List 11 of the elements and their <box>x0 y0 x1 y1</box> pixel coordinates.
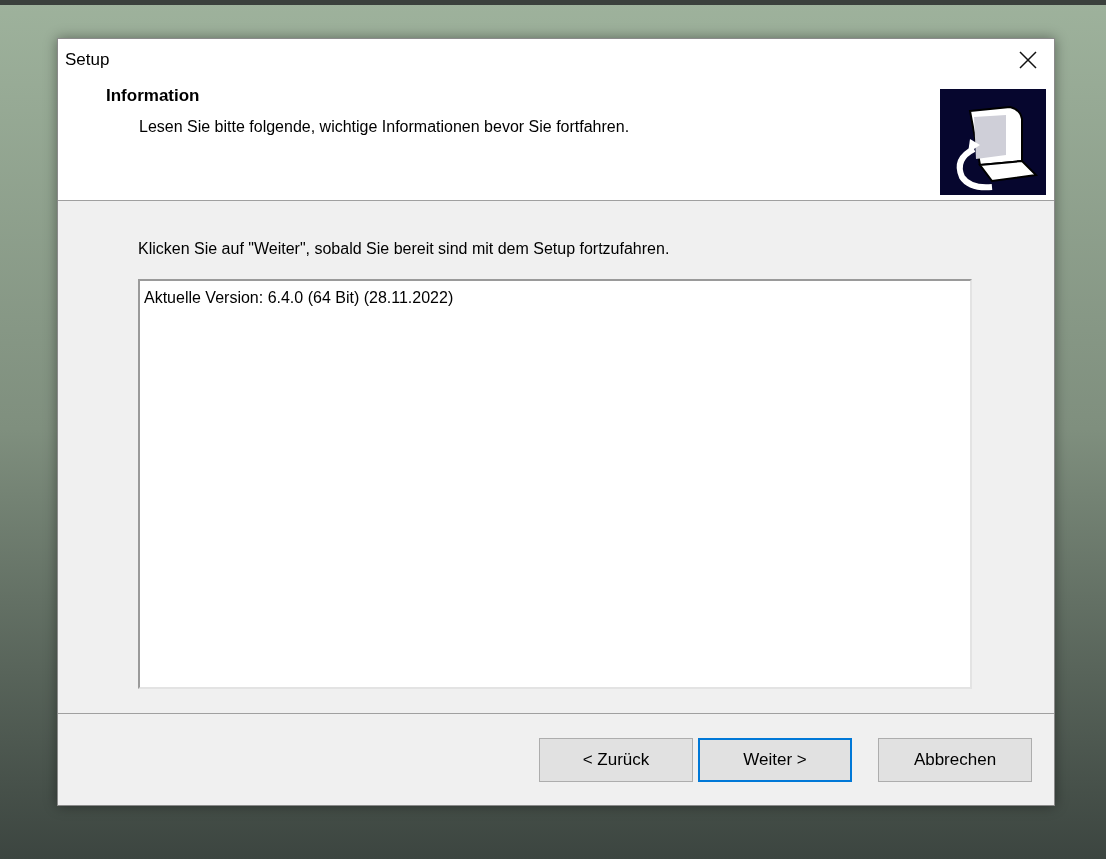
dialog-button[interactable]: Abbrechen <box>878 737 1032 782</box>
dialog-button[interactable]: Weiter > <box>698 737 852 782</box>
page-subtitle: Lesen Sie bitte folgende, wichtige Informationen bevor Sie fortfahren. <box>138 116 630 137</box>
info-text: Aktuelle Version: 6.4.0 (64 Bit) (28.11.2022) <box>144 289 454 306</box>
close-icon <box>1019 51 1037 69</box>
dialog-button[interactable]: < Zurück <box>539 737 693 782</box>
page-title: Information <box>106 85 201 107</box>
instruction-text: Klicken Sie auf "Weiter", sobald Sie bereit sind mit dem Setup fortzufahren. <box>138 239 671 259</box>
window-title: Setup <box>65 49 110 72</box>
info-text-box[interactable]: Aktuelle Version: 6.4.0 (64 Bit) (28.11.2022) <box>138 279 972 689</box>
computer-icon <box>940 89 1046 195</box>
